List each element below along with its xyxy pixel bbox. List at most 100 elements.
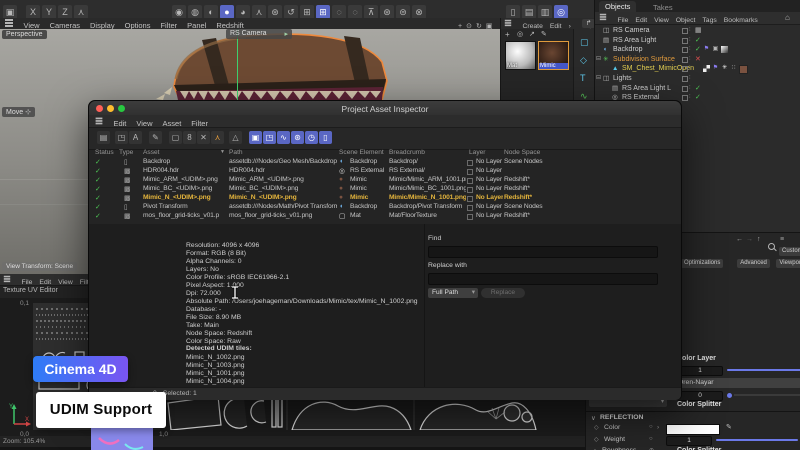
collapse-icon[interactable]: ∨ <box>591 414 596 422</box>
expand-icon[interactable]: ⊟ <box>596 55 601 65</box>
filter-time-icon[interactable]: ◷ <box>305 131 318 144</box>
scope-dropdown[interactable]: Full Path ▾ <box>428 288 478 298</box>
pick-asset-icon[interactable]: ✎ <box>149 131 162 144</box>
window-filter-icon[interactable]: ▢ <box>169 131 182 144</box>
layer-checkbox[interactable] <box>467 214 473 220</box>
visibility-dots[interactable]: ∶ <box>689 36 691 46</box>
object-menu-icon[interactable] <box>600 16 606 17</box>
camera-label[interactable]: RS Camera ▸ <box>226 29 292 39</box>
asset-row-5[interactable]: ✓▩Mimic_N_<UDIM>.pngMimic_N_<UDIM>.png●M… <box>89 194 681 203</box>
move-tool-label[interactable]: Move ⊹ <box>2 107 35 117</box>
home-icon[interactable]: ⌂ <box>785 12 790 24</box>
color-layer-value[interactable]: 1 <box>677 366 723 376</box>
key-icon[interactable]: ◇ <box>594 424 599 431</box>
load-project-icon[interactable]: ▤ <box>97 131 110 144</box>
object-row-lights[interactable]: ⊟◫Lights∶ <box>595 74 800 84</box>
loop-icon[interactable]: ↺ <box>284 5 298 19</box>
material-arrow-icon[interactable]: ↗ <box>529 30 535 38</box>
color-layer-slider[interactable] <box>727 369 800 371</box>
dim-a-icon[interactable]: ◌ <box>332 5 346 19</box>
tag-gradient-icon[interactable] <box>721 46 728 53</box>
object-row-backdrop[interactable]: ◖Backdrop∶✓⚑▣ <box>595 45 800 55</box>
material-thumb-mimic[interactable]: Mimic <box>538 41 569 70</box>
reflection-header[interactable]: REFLECTION <box>600 414 643 421</box>
visibility-checkbox[interactable] <box>682 86 688 92</box>
inspector-menu-filter[interactable]: Filter <box>191 119 208 128</box>
forward-icon[interactable]: → <box>746 236 753 243</box>
visibility-dots[interactable]: ∶ <box>689 45 691 55</box>
viewport-label[interactable]: Perspective <box>2 30 47 39</box>
link-filter-icon[interactable]: 8 <box>183 131 196 144</box>
tab-advanced[interactable]: Advanced <box>737 259 770 268</box>
material-thumb-mat[interactable]: Mat <box>505 41 536 70</box>
state-cross-icon[interactable]: ✕ <box>695 55 701 65</box>
tab-viewport[interactable]: Viewport <box>776 259 800 268</box>
node-filter-icon[interactable]: △ <box>229 131 242 144</box>
minimize-button[interactable] <box>107 105 114 112</box>
uv-menu-view[interactable]: View <box>58 279 73 286</box>
asset-row-2[interactable]: ✓▩HDR004.hdrHDR004.hdr◎RS ExternalRS Ext… <box>89 167 681 176</box>
column-header-status[interactable]: Status <box>95 149 114 156</box>
column-header-node-space[interactable]: Node Space <box>504 149 540 156</box>
asset-row-3[interactable]: ✓▩Mimic_ARM_<UDIM>.pngMimic_ARM_<UDIM>.p… <box>89 176 681 185</box>
filter-videos-icon[interactable]: ◳ <box>263 131 276 144</box>
column-header-type[interactable]: Type <box>119 149 133 156</box>
weight-slider[interactable] <box>716 439 798 441</box>
rect-tool-icon[interactable]: ▢ <box>580 37 589 48</box>
color-swatch[interactable] <box>666 424 720 435</box>
inspector-menu-view[interactable]: View <box>136 119 152 128</box>
filter-images-icon[interactable]: ▣ <box>249 131 262 144</box>
visibility-dots[interactable]: ∶ <box>689 84 691 94</box>
attribute-search-icon[interactable] <box>768 243 775 250</box>
key-icon[interactable]: ◇ <box>594 436 599 443</box>
mimic-chest-model[interactable] <box>150 29 410 100</box>
uv-menu-file[interactable]: File <box>21 279 32 286</box>
state-film-icon[interactable]: ▦ <box>695 26 702 36</box>
column-header-scene-element[interactable]: Scene Element <box>339 149 384 156</box>
object-menu-view[interactable]: View <box>654 17 669 24</box>
text-tool-icon[interactable]: T <box>580 73 586 83</box>
uv-menu-edit[interactable]: Edit <box>39 279 51 286</box>
magnet-gear-icon[interactable]: ⊛ <box>380 5 394 19</box>
inspector-menu-icon[interactable] <box>96 120 103 121</box>
visibility-dots[interactable]: ∶ <box>689 93 691 103</box>
asset-row-4[interactable]: ✓▩Mimic_BC_<UDIM>.pngMimic_BC_<UDIM>.png… <box>89 185 681 194</box>
person-filter-icon[interactable]: ⋏ <box>211 131 224 144</box>
find-input[interactable] <box>428 246 658 258</box>
magnet-icon[interactable]: ⊼ <box>364 5 378 19</box>
anim-dot-icon[interactable]: ○ <box>649 436 653 442</box>
filter-docs-icon[interactable]: ▯ <box>319 131 332 144</box>
visibility-dots[interactable]: ∶ <box>689 55 691 65</box>
custom-button[interactable]: Custom <box>779 247 800 256</box>
zoom-button[interactable] <box>118 105 125 112</box>
inspector-menu-asset[interactable]: Asset <box>163 119 182 128</box>
grid-icon[interactable]: ⊞ <box>300 5 314 19</box>
visibility-dots[interactable]: ∶ <box>689 74 691 84</box>
tag-images-icon[interactable]: ▣ <box>712 46 719 53</box>
brdf-dropdown[interactable]: Oren-Nayar <box>675 378 800 388</box>
sim-gear-icon[interactable]: ⊛ <box>268 5 282 19</box>
layer-checkbox[interactable] <box>467 169 473 175</box>
layer-checkbox[interactable] <box>467 187 473 193</box>
back-icon[interactable]: ← <box>736 236 743 243</box>
tag-star-icon[interactable]: ✳ <box>721 65 728 72</box>
workplane-a-icon[interactable]: ⊜ <box>396 5 410 19</box>
tag-flag-icon[interactable]: ⚑ <box>703 46 710 53</box>
filter-audio-icon[interactable]: ∿ <box>277 131 290 144</box>
close-button[interactable] <box>96 105 103 112</box>
state-check-icon[interactable]: ✓ <box>695 84 701 94</box>
layer-checkbox[interactable] <box>467 196 473 202</box>
sim-person-icon[interactable]: ⋏ <box>252 5 266 19</box>
filter-settings-icon[interactable]: ⊛ <box>291 131 304 144</box>
material-edit-icon[interactable]: ✎ <box>541 30 547 38</box>
show-fonts-icon[interactable]: A <box>129 131 142 144</box>
inspector-menu-edit[interactable]: Edit <box>113 119 126 128</box>
visibility-checkbox[interactable] <box>682 95 688 101</box>
uv-menu-icon[interactable] <box>4 278 10 279</box>
object-menu-file[interactable]: File <box>617 17 628 24</box>
visibility-dots[interactable]: ∶ <box>689 26 691 36</box>
show-layers-icon[interactable]: ◳ <box>115 131 128 144</box>
missing-filter-icon[interactable]: ✕ <box>197 131 210 144</box>
column-header-asset[interactable]: Asset <box>143 149 160 156</box>
sort-indicator-icon[interactable]: ▼ <box>220 149 225 155</box>
